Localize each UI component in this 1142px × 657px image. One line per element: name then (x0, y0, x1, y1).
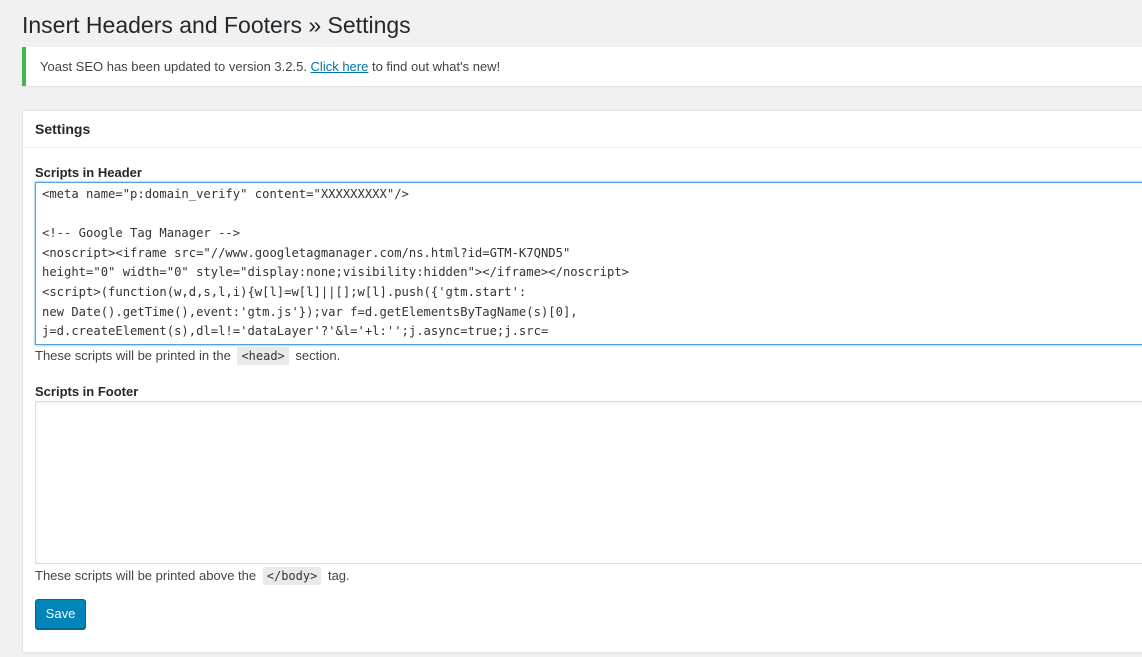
head-tag-code: <head> (237, 347, 289, 365)
body-tag-code: </body> (262, 567, 322, 585)
settings-box: Settings Scripts in Header These scripts… (22, 110, 1142, 653)
notice-text-before: Yoast SEO has been updated to version 3.… (40, 59, 311, 74)
click-here-link[interactable]: Click here (311, 59, 369, 74)
settings-box-header: Settings (23, 111, 1142, 148)
header-desc-after: section. (295, 348, 341, 363)
footer-scripts-label: Scripts in Footer (35, 384, 139, 399)
footer-desc-before: These scripts will be printed above the (35, 568, 257, 583)
page-title: Insert Headers and Footers » Settings (22, 12, 411, 38)
settings-page: Insert Headers and Footers » Settings Yo… (0, 0, 1142, 657)
update-notice: Yoast SEO has been updated to version 3.… (22, 47, 1142, 86)
header-scripts-label: Scripts in Header (35, 165, 142, 180)
header-scripts-textarea[interactable] (35, 182, 1142, 345)
notice-text-after: to find out what's new! (368, 59, 501, 74)
header-desc-before: These scripts will be printed in the (35, 348, 231, 363)
save-button[interactable]: Save (35, 599, 86, 629)
footer-scripts-description: These scripts will be printed above the … (35, 567, 350, 585)
footer-scripts-textarea[interactable] (35, 401, 1142, 564)
footer-desc-after: tag. (327, 568, 350, 583)
header-scripts-description: These scripts will be printed in the <he… (35, 347, 340, 365)
settings-box-title: Settings (35, 121, 91, 137)
